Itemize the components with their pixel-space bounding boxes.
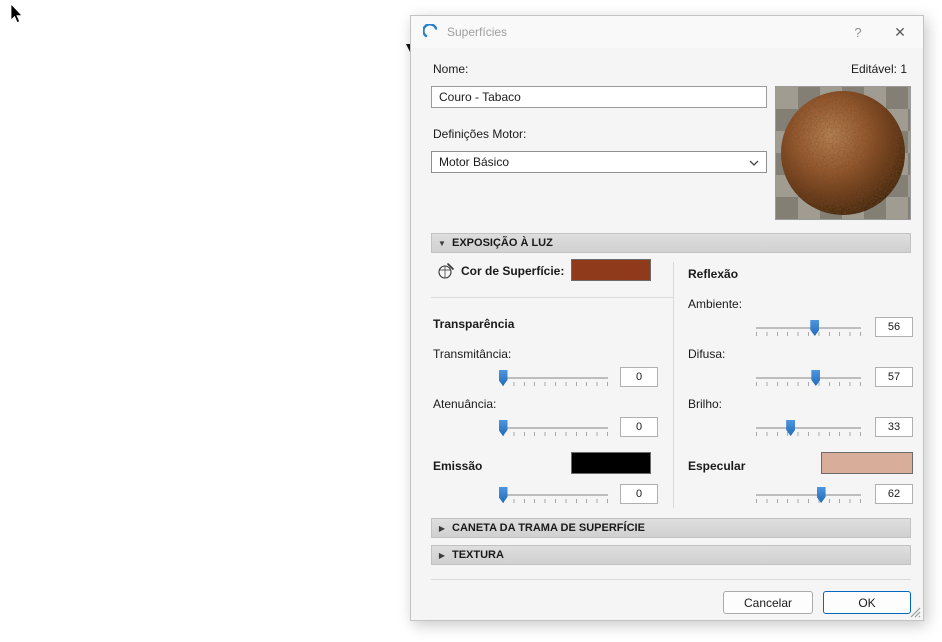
surfaces-dialog: Superfícies ? ✕ Nome: Editável: 1 Couro … (410, 15, 924, 621)
column-divider (673, 262, 674, 508)
material-preview (775, 86, 911, 220)
shine-label: Brilho: (688, 397, 723, 411)
surface-color-picker-icon (438, 263, 454, 279)
engine-select[interactable]: Motor Básico (431, 151, 767, 173)
diffuse-label: Difusa: (688, 347, 726, 361)
color-row-divider (431, 297, 673, 298)
slider-track[interactable] (503, 494, 608, 496)
diffuse-value[interactable]: 57 (875, 367, 913, 387)
surface-color-label: Cor de Superfície: (461, 264, 565, 278)
emission-slider[interactable] (498, 487, 608, 507)
specular-label: Especular (688, 459, 746, 473)
slider-track[interactable] (756, 427, 861, 429)
section-light-exposure[interactable]: ▼ EXPOSIÇÃO À LUZ (431, 233, 911, 253)
emission-color-swatch[interactable] (571, 452, 651, 474)
engine-select-value: Motor Básico (439, 155, 510, 169)
section-texture[interactable]: ▶ TEXTURA (431, 545, 911, 565)
mouse-cursor-icon (10, 4, 23, 24)
surfaces-dialog-icon (423, 24, 438, 38)
slider-ticks (756, 382, 861, 386)
slider-track[interactable] (503, 427, 608, 429)
chevron-down-icon (749, 160, 759, 166)
surface-color-swatch[interactable] (571, 259, 651, 281)
shine-value[interactable]: 33 (875, 417, 913, 437)
section-surface-pen[interactable]: ▶ CANETA DA TRAMA DE SUPERFÍCIE (431, 518, 911, 538)
attenuation-slider[interactable] (498, 420, 608, 440)
slider-track[interactable] (756, 494, 861, 496)
ambient-value[interactable]: 56 (875, 317, 913, 337)
close-button[interactable]: ✕ (883, 16, 917, 48)
slider-ticks (503, 432, 608, 436)
slider-ticks (503, 499, 608, 503)
slider-ticks (756, 432, 861, 436)
transparency-title: Transparência (433, 317, 515, 331)
ambient-slider[interactable] (756, 320, 861, 340)
slider-ticks (756, 499, 861, 503)
slider-track[interactable] (503, 377, 608, 379)
dialog-title: Superfícies (447, 25, 508, 39)
diffuse-slider[interactable] (756, 370, 861, 390)
name-label: Nome: (433, 62, 469, 76)
cancel-button[interactable]: Cancelar (723, 591, 813, 614)
resize-grip[interactable] (910, 607, 921, 618)
section-expand-icon: ▶ (438, 550, 446, 560)
surface-name-input[interactable]: Couro - Tabaco (431, 86, 767, 108)
section-collapse-icon: ▼ (438, 238, 446, 248)
footer-divider (431, 579, 911, 580)
emission-value[interactable]: 0 (620, 484, 658, 504)
attenuation-value[interactable]: 0 (620, 417, 658, 437)
slider-track[interactable] (756, 327, 861, 329)
engine-settings-label: Definições Motor: (433, 127, 527, 141)
specular-color-swatch[interactable] (821, 452, 913, 474)
help-button[interactable]: ? (843, 16, 873, 48)
transmittance-value[interactable]: 0 (620, 367, 658, 387)
section-texture-label: TEXTURA (452, 549, 504, 561)
section-expand-icon: ▶ (438, 523, 446, 533)
transmittance-label: Transmitância: (433, 347, 512, 361)
ambient-label: Ambiente: (688, 297, 743, 311)
specular-value[interactable]: 62 (875, 484, 913, 504)
transmittance-slider[interactable] (498, 370, 608, 390)
section-surface-pen-label: CANETA DA TRAMA DE SUPERFÍCIE (452, 522, 645, 534)
slider-ticks (503, 382, 608, 386)
emission-label: Emissão (433, 459, 483, 473)
shine-slider[interactable] (756, 420, 861, 440)
attenuation-label: Atenuância: (433, 397, 497, 411)
specular-slider[interactable] (756, 487, 861, 507)
dialog-titlebar[interactable]: Superfícies ? ✕ (411, 16, 923, 48)
section-light-exposure-label: EXPOSIÇÃO À LUZ (452, 237, 553, 249)
reflection-title: Reflexão (688, 267, 739, 281)
ok-button[interactable]: OK (823, 591, 911, 614)
editable-count-label: Editável: 1 (850, 62, 907, 76)
slider-track[interactable] (756, 377, 861, 379)
slider-ticks (756, 332, 861, 336)
